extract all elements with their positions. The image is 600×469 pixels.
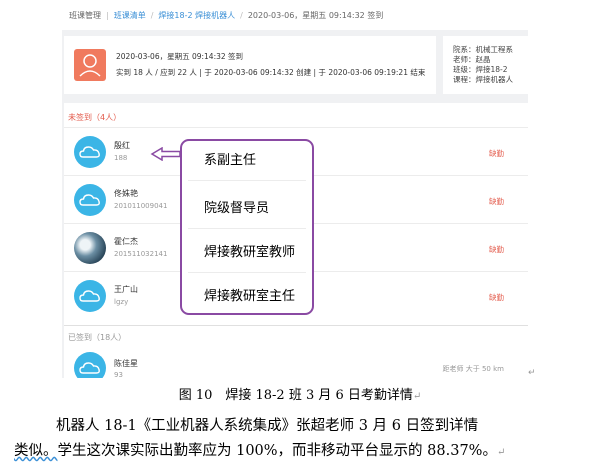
info-course: 课程：焊接机器人 <box>453 75 513 84</box>
user-icon <box>74 49 106 81</box>
student-name: 陈佳星 <box>114 359 138 368</box>
crumb-current: 2020-03-06，星期五 09:14:32 签到 <box>247 10 384 20</box>
status-badge[interactable]: 缺勤 <box>489 148 504 159</box>
return-mark-icon: ↵ <box>496 447 506 458</box>
breadcrumb: 班课管理 | 班课清单 / 焊接18-2 焊接机器人 / 2020-03-06，… <box>62 0 528 30</box>
crumb-class[interactable]: 焊接18-2 焊接机器人 <box>158 10 235 21</box>
cloud-avatar-icon <box>74 352 106 378</box>
cloud-avatar-icon <box>74 280 106 312</box>
student-id: lgzy <box>114 298 129 306</box>
student-name: 王广山 <box>114 285 138 294</box>
session-title: 2020-03-06，星期五 09:14:32 签到 <box>116 52 244 61</box>
student-id: 201511032141 <box>114 250 168 258</box>
return-mark-icon: ↵ <box>412 391 422 402</box>
return-mark-icon: ↵ <box>528 368 536 378</box>
signed-header: 已签到（18人） <box>68 333 127 342</box>
paragraph-line-2a: 类似。 <box>14 443 58 459</box>
arrow-left-icon <box>150 146 182 165</box>
role-label: 焊接教研室主任 <box>204 289 296 304</box>
crumb-home[interactable]: 班课管理 <box>69 10 101 21</box>
status-badge[interactable]: 缺勤 <box>489 244 504 255</box>
photo-avatar <box>74 232 106 264</box>
cloud-avatar-icon <box>74 136 106 168</box>
role-label: 系副主任 <box>204 153 257 168</box>
student-id: 201011009041 <box>114 202 168 210</box>
session-card: 2020-03-06，星期五 09:14:32 签到 实到 18 人 / 应到 … <box>64 36 436 94</box>
body-paragraph: 机器人 18-1《工业机器人系统集成》张超老师 3 月 6 日签到详情 类似。学… <box>14 414 592 465</box>
status-badge[interactable]: 缺勤 <box>489 196 504 207</box>
student-name: 霍仁杰 <box>114 237 138 246</box>
session-stats: 实到 18 人 / 应到 22 人 | 于 2020-03-06 09:14:3… <box>116 68 426 77</box>
paragraph-line-2b: 学生这次课实际出勤率应为 100%，而非移动平台显示的 88.37%。 <box>57 443 497 459</box>
signed-list: 已签到（18人） 陈佳星 93 距老师 大于 50 km <box>64 325 528 378</box>
role-label: 院级督导员 <box>204 201 270 216</box>
student-id: 93 <box>114 371 123 378</box>
crumb-class-list[interactable]: 班课清单 <box>114 10 146 21</box>
role-annotation-box: 系副主任 院级督导员 焊接教研室教师 焊接教研室主任 <box>180 139 314 315</box>
class-info: 院系：机械工程系 老师：赵晶 班级：焊接18-2 课程：焊接机器人 <box>443 36 528 94</box>
figure-caption: 图 10 焊接 18-2 班 3 月 6 日考勤详情↵ <box>178 388 422 403</box>
student-name: 殷红 <box>114 141 130 150</box>
status-badge[interactable]: 缺勤 <box>489 292 504 303</box>
paragraph-line-1: 机器人 18-1《工业机器人系统集成》张超老师 3 月 6 日签到详情 <box>56 418 479 434</box>
cloud-avatar-icon <box>74 184 106 216</box>
role-label: 焊接教研室教师 <box>204 245 296 260</box>
student-id: 188 <box>114 154 128 162</box>
distance-text: 距老师 大于 50 km <box>442 365 504 373</box>
absent-header: 未签到（4人） <box>68 113 122 122</box>
student-name: 佟姝艳 <box>114 189 138 198</box>
